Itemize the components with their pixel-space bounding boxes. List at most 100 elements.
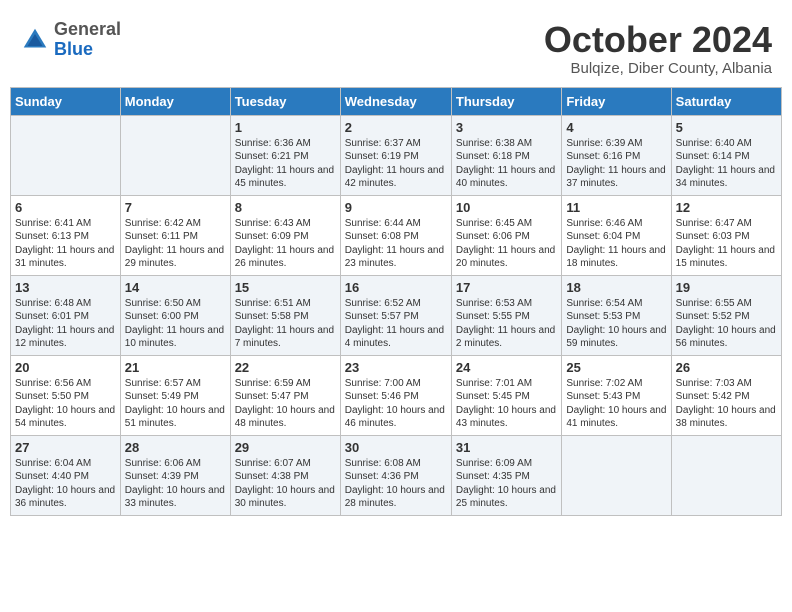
- calendar-day-cell: 29Sunrise: 6:07 AMSunset: 4:38 PMDayligh…: [230, 435, 340, 515]
- day-number: 2: [345, 120, 447, 135]
- day-info: Sunrise: 6:45 AMSunset: 6:06 PMDaylight:…: [456, 217, 557, 271]
- calendar-day-cell: [562, 435, 671, 515]
- day-number: 11: [566, 200, 666, 215]
- day-info: Sunrise: 6:56 AMSunset: 5:50 PMDaylight:…: [15, 377, 116, 431]
- calendar-day-cell: [671, 435, 781, 515]
- calendar-day-cell: 5Sunrise: 6:40 AMSunset: 6:14 PMDaylight…: [671, 115, 781, 195]
- day-info: Sunrise: 6:47 AMSunset: 6:03 PMDaylight:…: [676, 217, 777, 271]
- day-info: Sunrise: 6:39 AMSunset: 6:16 PMDaylight:…: [566, 137, 666, 191]
- calendar-day-cell: 11 Sunrise: 6:46 AMSunset: 6:04 PMDayligh…: [562, 195, 671, 275]
- day-info: Sunrise: 6:55 AMSunset: 5:52 PMDaylight:…: [676, 297, 777, 351]
- day-info: Sunrise: 6:43 AMSunset: 6:09 PMDaylight:…: [235, 217, 336, 271]
- day-number: 18: [566, 280, 666, 295]
- day-number: 9: [345, 200, 447, 215]
- day-number: 6: [15, 200, 116, 215]
- calendar-day-cell: 26 Sunrise: 7:03 AMSunset: 5:42 PMDayligh…: [671, 355, 781, 435]
- day-info: Sunrise: 7:03 AMSunset: 5:42 PMDaylight:…: [676, 377, 777, 431]
- day-info: Sunrise: 6:40 AMSunset: 6:14 PMDaylight:…: [676, 137, 777, 191]
- weekday-header-thursday: Thursday: [451, 87, 561, 115]
- weekday-header-sunday: Sunday: [11, 87, 121, 115]
- logo-text: General Blue: [54, 20, 121, 60]
- day-info: Sunrise: 6:36 AMSunset: 6:21 PMDaylight:…: [235, 137, 336, 191]
- day-number: 27: [15, 440, 116, 455]
- calendar-day-cell: 22 Sunrise: 6:59 AMSunset: 5:47 PMDayligh…: [230, 355, 340, 435]
- calendar-day-cell: 28 Sunrise: 6:06 AMSunset: 4:39 PMDayligh…: [120, 435, 230, 515]
- logo-general: General: [54, 20, 121, 40]
- day-number: 20: [15, 360, 116, 375]
- month-year-title: October 2024: [544, 20, 772, 60]
- day-info: Sunrise: 6:54 AMSunset: 5:53 PMDaylight:…: [566, 297, 666, 351]
- calendar-day-cell: 27 Sunrise: 6:04 AMSunset: 4:40 PMDayligh…: [11, 435, 121, 515]
- calendar-day-cell: 23 Sunrise: 7:00 AMSunset: 5:46 PMDayligh…: [340, 355, 451, 435]
- day-number: 24: [456, 360, 557, 375]
- calendar-day-cell: 17 Sunrise: 6:53 AMSunset: 5:55 PMDayligh…: [451, 275, 561, 355]
- day-number: 3: [456, 120, 557, 135]
- day-number: 30: [345, 440, 447, 455]
- day-info: Sunrise: 6:41 AMSunset: 6:13 PMDaylight:…: [15, 217, 116, 271]
- day-info: Sunrise: 7:00 AMSunset: 5:46 PMDaylight:…: [345, 377, 447, 431]
- calendar-week-row: 27 Sunrise: 6:04 AMSunset: 4:40 PMDayligh…: [11, 435, 782, 515]
- day-number: 26: [676, 360, 777, 375]
- calendar-day-cell: 2Sunrise: 6:37 AMSunset: 6:19 PMDaylight…: [340, 115, 451, 195]
- calendar-week-row: 6 Sunrise: 6:41 AMSunset: 6:13 PMDaylight…: [11, 195, 782, 275]
- page-header: General Blue October 2024 Bulqize, Diber…: [10, 10, 782, 82]
- day-number: 21: [125, 360, 226, 375]
- day-info: Sunrise: 6:44 AMSunset: 6:08 PMDaylight:…: [345, 217, 447, 271]
- calendar-day-cell: 10 Sunrise: 6:45 AMSunset: 6:06 PMDayligh…: [451, 195, 561, 275]
- day-info: Sunrise: 6:38 AMSunset: 6:18 PMDaylight:…: [456, 137, 557, 191]
- weekday-header-wednesday: Wednesday: [340, 87, 451, 115]
- day-info: Sunrise: 6:04 AMSunset: 4:40 PMDaylight:…: [15, 457, 116, 511]
- weekday-header-tuesday: Tuesday: [230, 87, 340, 115]
- logo-icon: [20, 25, 50, 55]
- calendar-table: SundayMondayTuesdayWednesdayThursdayFrid…: [10, 87, 782, 516]
- calendar-day-cell: 15 Sunrise: 6:51 AMSunset: 5:58 PMDayligh…: [230, 275, 340, 355]
- calendar-day-cell: 12Sunrise: 6:47 AMSunset: 6:03 PMDayligh…: [671, 195, 781, 275]
- day-info: Sunrise: 6:59 AMSunset: 5:47 PMDaylight:…: [235, 377, 336, 431]
- day-number: 15: [235, 280, 336, 295]
- calendar-day-cell: 31Sunrise: 6:09 AMSunset: 4:35 PMDayligh…: [451, 435, 561, 515]
- day-info: Sunrise: 6:53 AMSunset: 5:55 PMDaylight:…: [456, 297, 557, 351]
- logo-blue: Blue: [54, 40, 121, 60]
- day-info: Sunrise: 6:52 AMSunset: 5:57 PMDaylight:…: [345, 297, 447, 351]
- calendar-day-cell: [11, 115, 121, 195]
- day-info: Sunrise: 6:50 AMSunset: 6:00 PMDaylight:…: [125, 297, 226, 351]
- weekday-header-row: SundayMondayTuesdayWednesdayThursdayFrid…: [11, 87, 782, 115]
- day-number: 14: [125, 280, 226, 295]
- day-number: 13: [15, 280, 116, 295]
- weekday-header-friday: Friday: [562, 87, 671, 115]
- day-info: Sunrise: 6:08 AMSunset: 4:36 PMDaylight:…: [345, 457, 447, 511]
- day-info: Sunrise: 6:06 AMSunset: 4:39 PMDaylight:…: [125, 457, 226, 511]
- calendar-day-cell: 30 Sunrise: 6:08 AMSunset: 4:36 PMDayligh…: [340, 435, 451, 515]
- calendar-day-cell: 8Sunrise: 6:43 AMSunset: 6:09 PMDaylight…: [230, 195, 340, 275]
- calendar-day-cell: 21Sunrise: 6:57 AMSunset: 5:49 PMDayligh…: [120, 355, 230, 435]
- day-number: 28: [125, 440, 226, 455]
- day-number: 17: [456, 280, 557, 295]
- calendar-week-row: 13Sunrise: 6:48 AMSunset: 6:01 PMDayligh…: [11, 275, 782, 355]
- calendar-week-row: 1 Sunrise: 6:36 AMSunset: 6:21 PMDaylight…: [11, 115, 782, 195]
- calendar-day-cell: 19 Sunrise: 6:55 AMSunset: 5:52 PMDayligh…: [671, 275, 781, 355]
- calendar-week-row: 20 Sunrise: 6:56 AMSunset: 5:50 PMDayligh…: [11, 355, 782, 435]
- day-number: 23: [345, 360, 447, 375]
- day-info: Sunrise: 7:02 AMSunset: 5:43 PMDaylight:…: [566, 377, 666, 431]
- title-block: October 2024 Bulqize, Diber County, Alba…: [544, 20, 772, 77]
- calendar-day-cell: 20 Sunrise: 6:56 AMSunset: 5:50 PMDayligh…: [11, 355, 121, 435]
- day-number: 22: [235, 360, 336, 375]
- calendar-day-cell: 13Sunrise: 6:48 AMSunset: 6:01 PMDayligh…: [11, 275, 121, 355]
- calendar-day-cell: 24Sunrise: 7:01 AMSunset: 5:45 PMDayligh…: [451, 355, 561, 435]
- calendar-day-cell: 14 Sunrise: 6:50 AMSunset: 6:00 PMDayligh…: [120, 275, 230, 355]
- day-number: 16: [345, 280, 447, 295]
- logo: General Blue: [20, 20, 121, 60]
- calendar-day-cell: 9 Sunrise: 6:44 AMSunset: 6:08 PMDaylight…: [340, 195, 451, 275]
- calendar-day-cell: 4Sunrise: 6:39 AMSunset: 6:16 PMDaylight…: [562, 115, 671, 195]
- day-number: 10: [456, 200, 557, 215]
- day-info: Sunrise: 6:51 AMSunset: 5:58 PMDaylight:…: [235, 297, 336, 351]
- calendar-day-cell: 3 Sunrise: 6:38 AMSunset: 6:18 PMDaylight…: [451, 115, 561, 195]
- day-number: 31: [456, 440, 557, 455]
- day-info: Sunrise: 6:07 AMSunset: 4:38 PMDaylight:…: [235, 457, 336, 511]
- day-number: 19: [676, 280, 777, 295]
- day-info: Sunrise: 6:42 AMSunset: 6:11 PMDaylight:…: [125, 217, 226, 271]
- day-number: 1: [235, 120, 336, 135]
- day-info: Sunrise: 6:46 AMSunset: 6:04 PMDaylight:…: [566, 217, 666, 271]
- weekday-header-monday: Monday: [120, 87, 230, 115]
- calendar-day-cell: 1 Sunrise: 6:36 AMSunset: 6:21 PMDaylight…: [230, 115, 340, 195]
